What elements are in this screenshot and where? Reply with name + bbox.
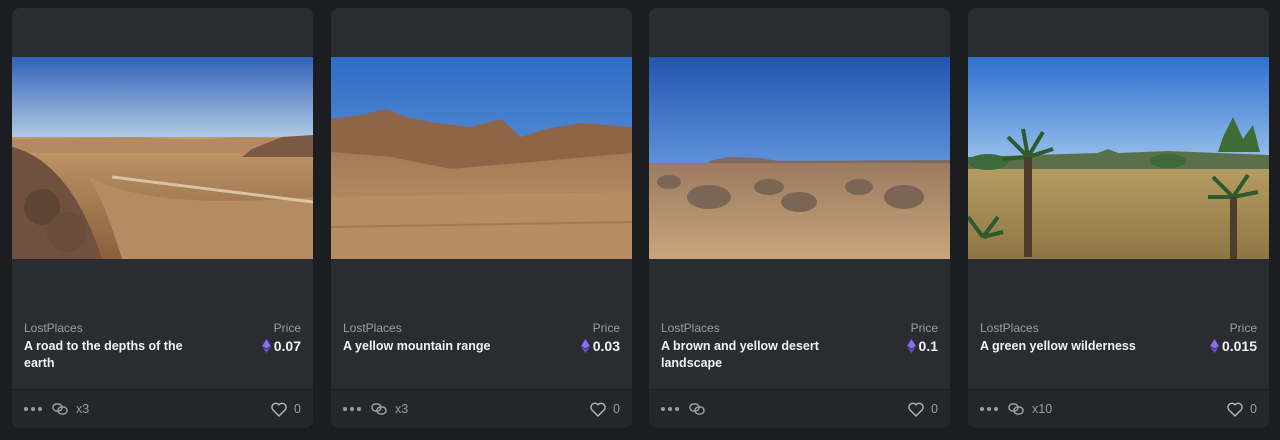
nft-card[interactable]: LostPlaces A green yellow wilderness Pri… [968, 8, 1269, 428]
nft-card[interactable]: LostPlaces A brown and yellow desert lan… [649, 8, 950, 428]
price-label: Price [910, 321, 938, 335]
card-footer: x3 0 [12, 389, 313, 428]
link-chain-icon [371, 403, 387, 415]
nft-card[interactable]: LostPlaces A yellow mountain range Price… [331, 8, 632, 428]
price-value: 0.03 [580, 338, 620, 354]
editions-count: x10 [1032, 402, 1053, 416]
price-amount: 0.07 [273, 338, 301, 354]
price-value: 0.015 [1210, 338, 1257, 354]
nft-card-grid: LostPlaces A road to the depths of the e… [0, 0, 1280, 440]
editions-count: x3 [395, 402, 409, 416]
price-amount: 0.03 [592, 338, 620, 354]
heart-icon [1227, 402, 1243, 417]
more-dots-icon[interactable] [343, 404, 361, 414]
yucca-grassland-image [968, 57, 1269, 259]
editions-count: x3 [76, 402, 90, 416]
price-label: Price [592, 321, 620, 335]
desert-shrubland-image [649, 57, 950, 259]
like-button[interactable]: 0 [908, 402, 938, 417]
price-amount: 0.015 [1221, 338, 1257, 354]
mountain-range-image [331, 57, 632, 259]
card-footer: 0 [649, 389, 950, 428]
price-label: Price [1229, 321, 1257, 335]
nft-title[interactable]: A road to the depths of the earth [24, 338, 204, 372]
heart-icon [271, 402, 287, 417]
nft-card[interactable]: LostPlaces A road to the depths of the e… [12, 8, 313, 428]
ethereum-icon [580, 339, 590, 353]
nft-image[interactable] [649, 57, 950, 259]
collection-name[interactable]: LostPlaces [980, 321, 1039, 335]
nft-image[interactable] [331, 57, 632, 259]
price-value: 0.07 [261, 338, 301, 354]
heart-icon [908, 402, 924, 417]
collection-name[interactable]: LostPlaces [661, 321, 720, 335]
desert-road-image [12, 57, 313, 259]
price-amount: 0.1 [918, 338, 938, 354]
price-label: Price [273, 321, 301, 335]
ethereum-icon [906, 339, 916, 353]
more-dots-icon[interactable] [661, 404, 679, 414]
like-button[interactable]: 0 [590, 402, 620, 417]
ethereum-icon [1210, 339, 1219, 353]
link-chain-icon [689, 403, 705, 415]
price-value: 0.1 [906, 338, 938, 354]
like-count: 0 [1250, 402, 1257, 416]
card-footer: x3 0 [331, 389, 632, 428]
nft-info: LostPlaces A road to the depths of the e… [24, 321, 301, 387]
more-dots-icon[interactable] [980, 404, 998, 414]
more-dots-icon[interactable] [24, 404, 42, 414]
heart-icon [590, 402, 606, 417]
like-button[interactable]: 0 [1227, 402, 1257, 417]
like-count: 0 [294, 402, 301, 416]
link-chain-icon [1008, 403, 1024, 415]
link-chain-icon [52, 403, 68, 415]
nft-title[interactable]: A green yellow wilderness [980, 338, 1160, 355]
ethereum-icon [261, 339, 271, 353]
nft-info: LostPlaces A yellow mountain range Price… [343, 321, 620, 387]
collection-name[interactable]: LostPlaces [343, 321, 402, 335]
like-count: 0 [613, 402, 620, 416]
nft-image[interactable] [968, 57, 1269, 259]
nft-info: LostPlaces A green yellow wilderness Pri… [980, 321, 1257, 387]
collection-name[interactable]: LostPlaces [24, 321, 83, 335]
card-footer: x10 0 [968, 389, 1269, 428]
nft-image[interactable] [12, 57, 313, 259]
nft-title[interactable]: A yellow mountain range [343, 338, 523, 355]
nft-title[interactable]: A brown and yellow desert landscape [661, 338, 841, 372]
nft-info: LostPlaces A brown and yellow desert lan… [661, 321, 938, 387]
like-count: 0 [931, 402, 938, 416]
like-button[interactable]: 0 [271, 402, 301, 417]
